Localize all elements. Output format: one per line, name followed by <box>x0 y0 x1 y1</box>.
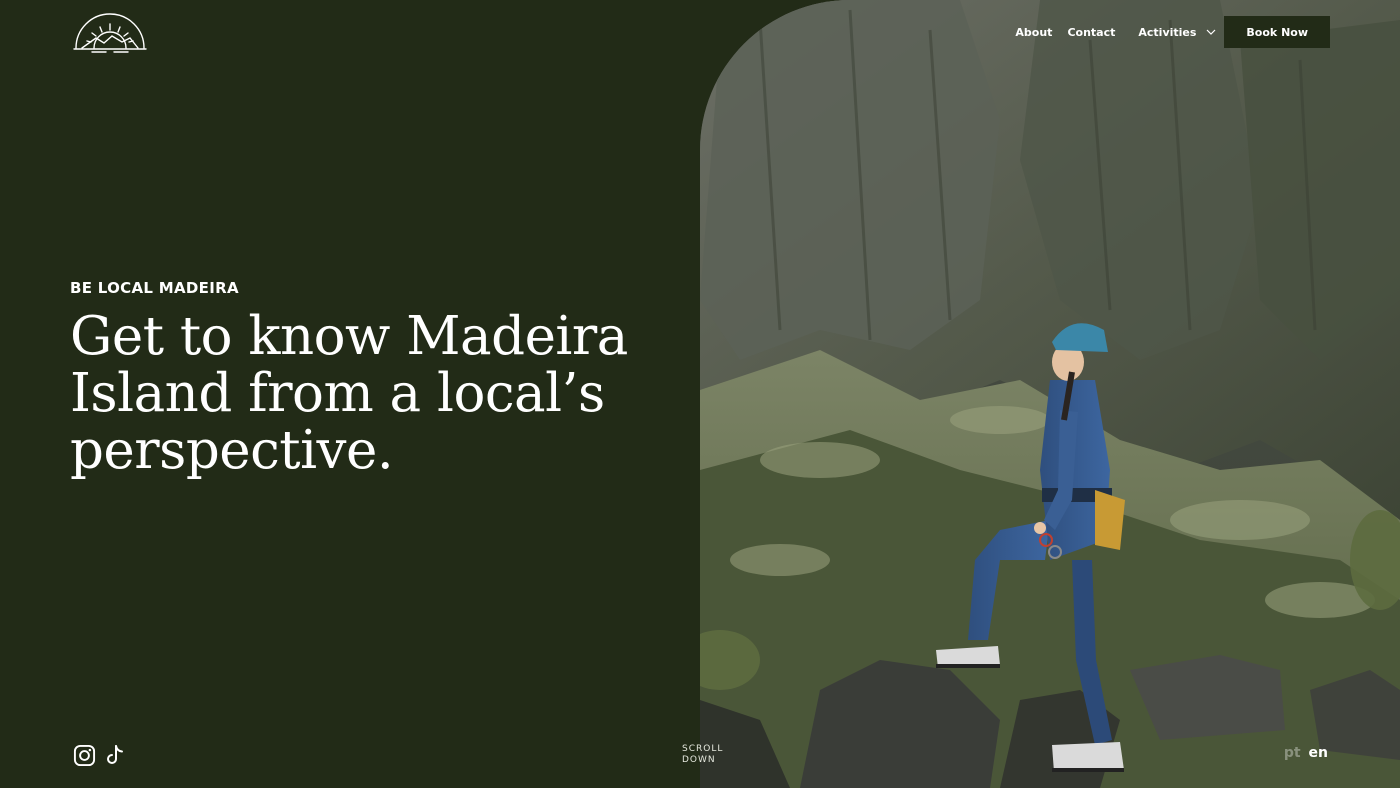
nav-activities-label: Activities <box>1138 25 1197 39</box>
hero-eyebrow: BE LOCAL MADEIRA <box>70 279 239 297</box>
tiktok-icon <box>107 745 123 764</box>
instagram-icon <box>73 744 95 766</box>
hero-image <box>700 0 1400 788</box>
logo[interactable] <box>72 10 148 54</box>
hero-headline: Get to know Madeira Island from a local’… <box>70 308 670 479</box>
lang-pt[interactable]: pt <box>1284 745 1301 761</box>
nav-contact[interactable]: Contact <box>1067 26 1115 39</box>
main-nav: About Contact Activities Book Now <box>1015 16 1330 48</box>
canyoning-woman-mountain-photo <box>700 0 1400 788</box>
scroll-label-line-2: DOWN <box>682 755 716 765</box>
headline-line-2: Island from a local’s <box>70 363 605 424</box>
language-switcher: pt en <box>1284 745 1328 761</box>
nav-activities-dropdown[interactable]: Activities <box>1138 26 1216 39</box>
scroll-down-indicator[interactable]: SCROLL DOWN <box>682 744 723 766</box>
headline-line-1: Get to know Madeira <box>70 306 628 367</box>
nav-about[interactable]: About <box>1015 26 1052 39</box>
lang-en[interactable]: en <box>1309 745 1328 761</box>
scroll-label-line-1: SCROLL <box>682 744 724 754</box>
tiktok-link[interactable] <box>104 743 128 767</box>
instagram-link[interactable] <box>72 743 96 767</box>
chevron-down-icon <box>1206 29 1216 35</box>
headline-line-3: perspective. <box>70 420 394 481</box>
social-links <box>72 743 128 767</box>
book-now-button[interactable]: Book Now <box>1224 16 1330 48</box>
left-panel: BE LOCAL MADEIRA Get to know Madeira Isl… <box>0 0 700 788</box>
sunrise-mountain-logo-icon <box>73 13 147 53</box>
